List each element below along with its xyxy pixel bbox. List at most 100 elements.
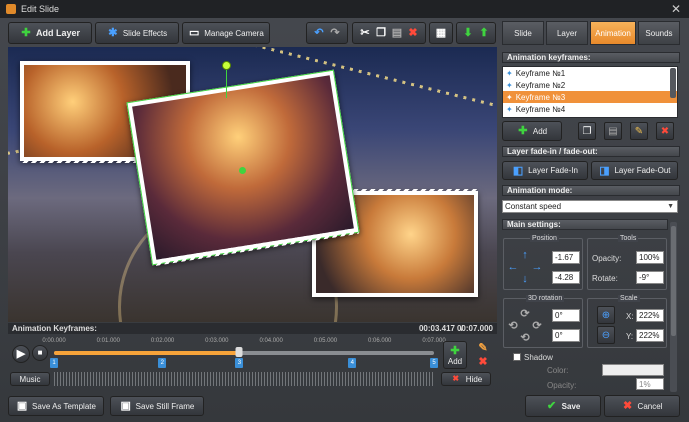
rotate-z-icon[interactable]: ⟳: [531, 320, 543, 332]
timeline-keyframe-marker[interactable]: 5: [430, 358, 438, 368]
edit-slide-window: Edit Slide ✕ ✚ Add Layer ✱ Slide Effects…: [0, 0, 689, 422]
rotation-b-input[interactable]: 0°: [552, 329, 580, 342]
scale-y-input[interactable]: 222%: [636, 329, 664, 342]
rotation-a-value: 0°: [555, 311, 563, 320]
paste-icon[interactable]: ▤: [391, 27, 403, 39]
tab-sounds-label: Sounds: [645, 28, 673, 38]
timeline-keyframe-marker[interactable]: 3: [235, 358, 244, 368]
timeline-tick-label: 0:01.000: [96, 338, 120, 344]
tab-animation[interactable]: Animation: [590, 21, 636, 45]
cancel-button[interactable]: ✖ Cancel: [604, 395, 680, 417]
scrollbar-thumb[interactable]: [671, 226, 676, 336]
copy-icon[interactable]: ❐: [375, 27, 387, 39]
total-time: 00:07.000: [456, 324, 493, 333]
undo-icon[interactable]: ↶: [313, 27, 325, 39]
delete-keyframe-icon[interactable]: ✖: [477, 356, 489, 368]
playhead[interactable]: [235, 347, 243, 357]
shadow-opacity-label: Opacity:: [547, 381, 577, 390]
copy-keyframe-button[interactable]: ❐: [578, 122, 596, 140]
keyframe-list-item[interactable]: ✦ Keyframe №1: [503, 67, 677, 79]
timeline-keyframe-marker[interactable]: 2: [158, 358, 167, 368]
add-keyframe-label: Add: [447, 356, 463, 366]
scale-title: Scale: [618, 295, 640, 302]
timeline-keyframe-marker[interactable]: 4: [348, 358, 357, 368]
arrow-right-icon[interactable]: →: [531, 261, 543, 273]
delete-animation-keyframe-button[interactable]: ✖: [656, 122, 674, 140]
opacity-input[interactable]: 100%: [636, 251, 664, 264]
move-down-icon[interactable]: ⬇: [462, 27, 474, 39]
slide-effects-button[interactable]: ✱ Slide Effects: [95, 22, 179, 44]
rotate-value: -9°: [639, 273, 650, 282]
hide-button[interactable]: ✖ Hide: [441, 372, 491, 386]
edit-keyframe-icon[interactable]: ✎: [477, 342, 489, 354]
rotation-handle[interactable]: [222, 61, 231, 70]
timeline-tick-label: 0:05.000: [313, 338, 338, 344]
rotate-input[interactable]: -9°: [636, 271, 664, 284]
position-y-value: -4.28: [555, 273, 574, 282]
tab-sounds[interactable]: Sounds: [638, 21, 680, 45]
cancel-label: Cancel: [637, 401, 663, 411]
main-settings-heading-text: Main settings:: [507, 220, 561, 229]
rotate-x-icon[interactable]: ⟳: [519, 308, 531, 320]
arrange-button[interactable]: ▦: [429, 22, 453, 44]
shadow-checkbox[interactable]: [513, 353, 521, 361]
shadow-color-swatch[interactable]: [602, 364, 664, 376]
music-button[interactable]: Music: [10, 372, 50, 386]
keyframe-list-scrollbar[interactable]: [670, 68, 676, 98]
scale-x-label: X:: [626, 312, 634, 321]
timeline-tick-label: 0:06.000: [368, 338, 392, 344]
position-y-input[interactable]: -4.28: [552, 271, 580, 284]
save-as-template-button[interactable]: ▣ Save As Template: [8, 396, 104, 416]
shadow-opacity-value: 1%: [639, 379, 651, 389]
zoom-in-button[interactable]: ⊕: [597, 306, 615, 324]
add-keyframe-button[interactable]: ✚ Add: [443, 341, 467, 369]
timeline-track[interactable]: [54, 351, 434, 355]
stop-icon: ■: [37, 348, 43, 357]
keyframes-heading-text: Animation keyframes:: [507, 53, 591, 62]
zoom-out-button[interactable]: ⊖: [597, 326, 615, 344]
play-button[interactable]: ▶: [12, 345, 30, 363]
rotate-y-icon[interactable]: ⟲: [507, 320, 519, 332]
cut-icon[interactable]: ✂: [359, 27, 371, 39]
arrow-up-icon[interactable]: ↑: [519, 249, 531, 261]
scale-x-input[interactable]: 222%: [636, 309, 664, 322]
fade-out-icon: ◨: [599, 164, 610, 177]
zoom-out-icon: ⊖: [601, 329, 611, 341]
add-layer-button[interactable]: ✚ Add Layer: [8, 22, 92, 44]
animation-mode-select[interactable]: Constant speed ▼: [502, 200, 678, 213]
add-animation-keyframe-button[interactable]: ✚ Add: [502, 121, 562, 141]
move-up-icon[interactable]: ⬆: [478, 27, 490, 39]
brush-keyframe-button[interactable]: ✎: [630, 122, 648, 140]
keyframe-icon: ✦: [506, 80, 513, 90]
position-x-input[interactable]: -1.67: [552, 251, 580, 264]
save-still-frame-button[interactable]: ▣ Save Still Frame: [110, 396, 204, 416]
keyframe-label: Keyframe №2: [515, 80, 566, 90]
position-x-value: -1.67: [555, 253, 574, 262]
delete-icon[interactable]: ✖: [407, 27, 419, 39]
paste-keyframe-button[interactable]: ▤: [604, 122, 622, 140]
anchor-point[interactable]: [239, 167, 246, 174]
keyframe-list-item[interactable]: ✦ Keyframe №2: [503, 79, 677, 91]
layer-fade-out-button[interactable]: ◨ Layer Fade-Out: [591, 161, 678, 180]
layer-fade-in-button[interactable]: ◧ Layer Fade-In: [502, 161, 588, 180]
tab-layer[interactable]: Layer: [546, 21, 588, 45]
stop-button[interactable]: ■: [32, 345, 48, 361]
slide-canvas[interactable]: [8, 47, 497, 322]
timeline-keyframe-marker[interactable]: 1: [50, 358, 58, 368]
close-icon[interactable]: ✕: [669, 2, 683, 16]
tab-slide[interactable]: Slide: [502, 21, 544, 45]
cancel-icon: ✖: [622, 400, 633, 412]
timeline-tick-label: 0:04.000: [259, 338, 283, 344]
keyframe-list-item[interactable]: ✦ Keyframe №4: [503, 103, 677, 115]
arrow-left-icon[interactable]: ←: [507, 261, 519, 273]
arrow-down-icon[interactable]: ↓: [519, 273, 531, 285]
save-button[interactable]: ✔ Save: [525, 395, 601, 417]
rotate-w-icon[interactable]: ⟲: [519, 332, 531, 344]
rotation-b-value: 0°: [555, 331, 563, 340]
keyframe-list-item[interactable]: ✦ Keyframe №3: [503, 91, 677, 103]
rotation-a-input[interactable]: 0°: [552, 309, 580, 322]
manage-camera-button[interactable]: ▭ Manage Camera: [182, 22, 270, 44]
redo-icon[interactable]: ↷: [329, 27, 341, 39]
shadow-opacity-input[interactable]: 1%: [636, 378, 664, 390]
hide-label: Hide: [465, 374, 483, 384]
